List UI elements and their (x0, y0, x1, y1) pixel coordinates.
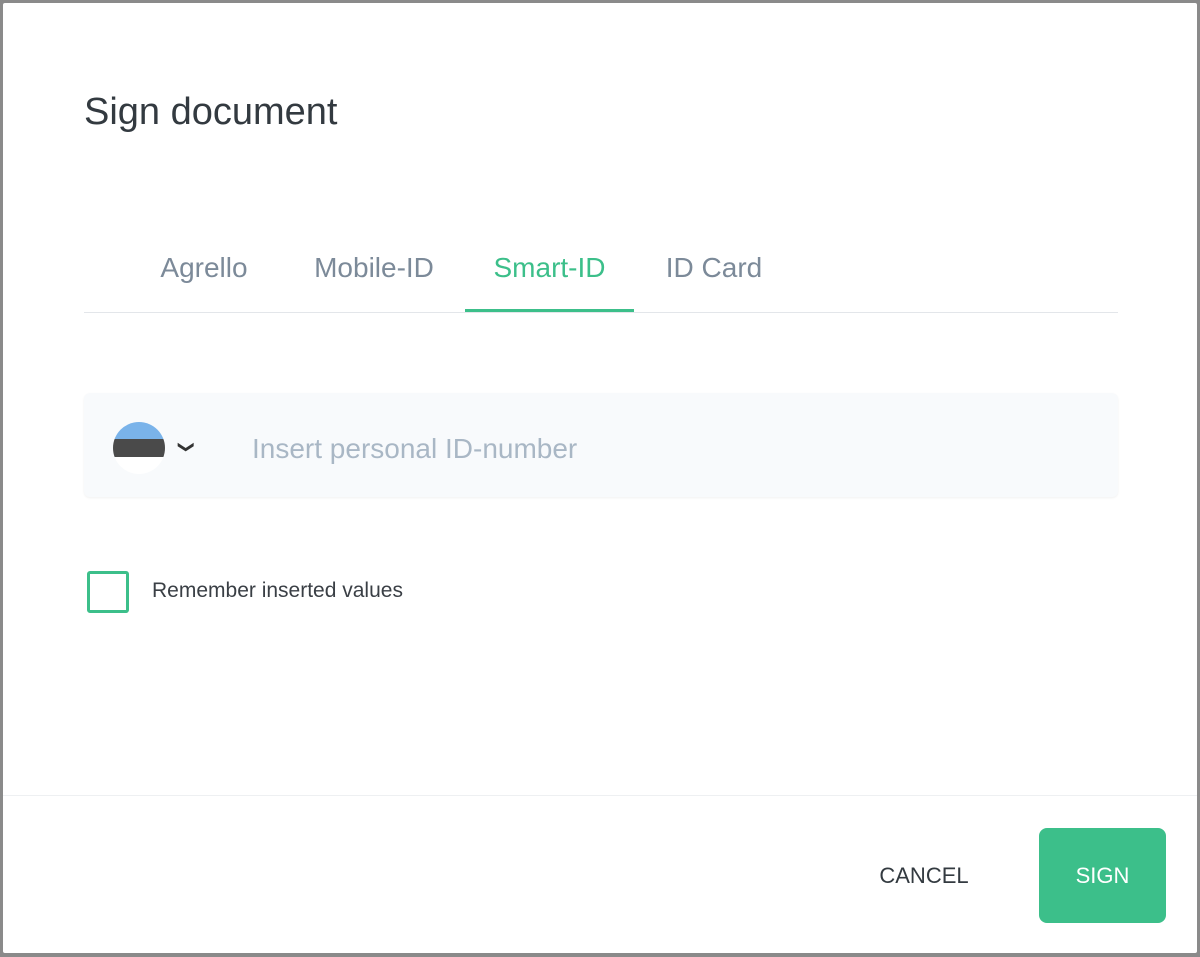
sign-button[interactable]: SIGN (1039, 828, 1166, 923)
tab-mobile-id[interactable]: Mobile-ID (294, 243, 454, 312)
signing-method-tabs: Agrello Mobile-ID Smart-ID ID Card (84, 243, 1118, 313)
tab-id-card[interactable]: ID Card (649, 243, 779, 312)
id-number-field: ❯ (84, 393, 1118, 497)
remember-label[interactable]: Remember inserted values (152, 579, 403, 603)
footer-divider (3, 795, 1197, 796)
dialog-title: Sign document (84, 91, 338, 133)
sign-document-dialog: Sign document Agrello Mobile-ID Smart-ID… (3, 3, 1197, 953)
tab-agrello[interactable]: Agrello (134, 243, 274, 312)
personal-id-input[interactable] (250, 423, 1074, 475)
remember-checkbox[interactable] (87, 571, 129, 613)
chevron-down-icon[interactable]: ❯ (177, 440, 197, 453)
estonia-flag-icon[interactable] (113, 422, 165, 474)
tab-smart-id[interactable]: Smart-ID (465, 243, 634, 312)
cancel-button[interactable]: CANCEL (859, 853, 989, 899)
